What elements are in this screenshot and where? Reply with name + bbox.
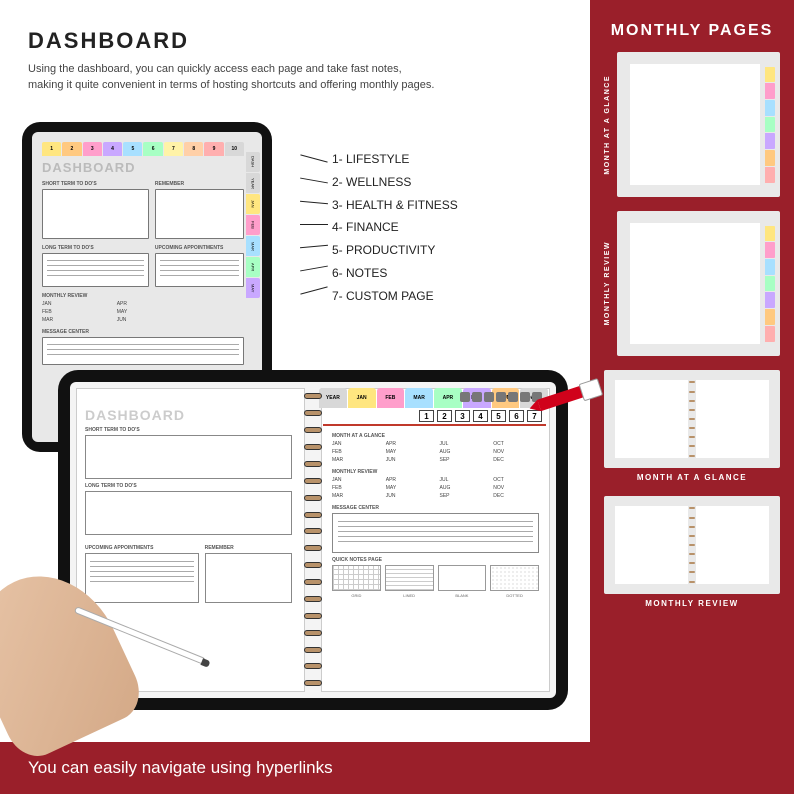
sidebar-item-month-glance-l[interactable]: MONTH AT A GLANCE	[604, 370, 780, 482]
number-tabs[interactable]: 1234567	[419, 410, 542, 422]
sidebar: MONTHLY PAGES MONTH AT A GLANCE MONTHLY …	[590, 0, 794, 794]
sidebar-item-month-glance-p[interactable]: MONTH AT A GLANCE	[604, 52, 780, 197]
tablet-landscape: YEARJANFEBMARAPRMAYJUNDASH 1234567 DASHB…	[58, 370, 568, 710]
page-subtitle: Using the dashboard, you can quickly acc…	[28, 62, 434, 94]
toolbar-icons[interactable]	[460, 392, 542, 402]
sidebar-item-monthly-review-l[interactable]: MONTHLY REVIEW	[604, 496, 780, 608]
leader-lines	[300, 158, 330, 298]
top-tabs[interactable]: 12345678910	[42, 142, 244, 156]
notebook-right-page: MONTH AT A GLANCE JANAPRJULOCT FEBMAYAUG…	[321, 388, 550, 692]
sidebar-title: MONTHLY PAGES	[590, 0, 794, 52]
spiral-binding	[304, 388, 322, 692]
page-title: DASHBOARD	[28, 28, 189, 54]
dash-heading: DASHBOARD	[42, 160, 244, 175]
bottom-banner: You can easily navigate using hyperlinks	[0, 742, 590, 794]
sidebar-item-monthly-review-p[interactable]: MONTHLY REVIEW	[604, 211, 780, 356]
side-tabs[interactable]: DASHYEARJANFEBMARAPRMAY	[246, 152, 260, 298]
highlight-line	[323, 424, 546, 426]
category-legend: 1- LIFESTYLE2- WELLNESS3- HEALTH & FITNE…	[332, 148, 458, 308]
